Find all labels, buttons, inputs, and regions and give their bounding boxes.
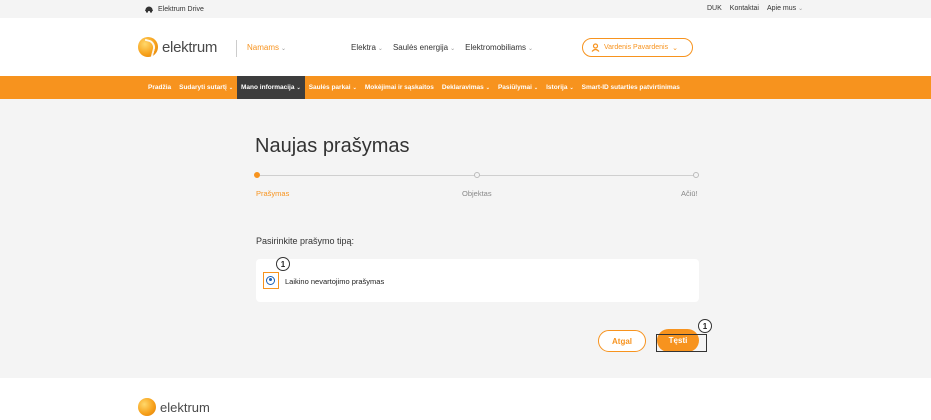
segment-label: Namams xyxy=(247,43,280,52)
subnav-item[interactable]: Saulės parkai ⌄ xyxy=(305,76,361,99)
subnav-item-label: Pasiūlymai xyxy=(497,84,532,91)
chevron-down-icon: ⌄ xyxy=(296,84,301,91)
temporary-non-use-label[interactable]: Laikino nevartojimo prašymas xyxy=(285,277,384,286)
chevron-down-icon: ⌄ xyxy=(450,46,456,52)
subnav-item[interactable]: Pradžia xyxy=(144,76,175,99)
top-utility-bar: Elektrum Drive DUK Kontaktai Apie mus ⌄ xyxy=(0,0,931,18)
step-marker-badge: 1 xyxy=(276,257,290,271)
contacts-link[interactable]: Kontaktai xyxy=(730,5,759,12)
subnav-item-label: Mokėjimai ir sąskaitos xyxy=(364,84,434,91)
about-link[interactable]: Apie mus ⌄ xyxy=(767,5,803,12)
user-menu-button[interactable]: Vardenis Pavardenis ⌄ xyxy=(582,38,693,57)
nav-label: Elektra xyxy=(351,43,376,52)
chevron-down-icon: ⌄ xyxy=(533,84,539,91)
request-type-label: Pasirinkite prašymo tipą: xyxy=(256,236,355,246)
subnav-item-label: Deklaravimas xyxy=(441,84,484,91)
subnav-item-label: Pradžia xyxy=(148,84,172,91)
step-dot-object xyxy=(474,172,480,178)
subnav-item[interactable]: Mokėjimai ir sąskaitos xyxy=(361,76,438,99)
subnav-item-label: Saulės parkai xyxy=(308,84,351,91)
subnav-item[interactable]: Istorija ⌄ xyxy=(542,76,578,99)
nav-label: Elektromobiliams xyxy=(465,43,527,52)
subnav-item[interactable]: Pasiūlymai ⌄ xyxy=(494,76,542,99)
chevron-down-icon: ⌄ xyxy=(672,44,678,52)
radio-highlight xyxy=(263,272,279,289)
chevron-down-icon: ⌄ xyxy=(228,84,234,91)
chevron-down-icon: ⌄ xyxy=(798,6,804,12)
main-nav: Elektra ⌄ Saulės energija ⌄ Elektromobilia… xyxy=(351,43,533,52)
back-button[interactable]: Atgal xyxy=(598,330,646,352)
step-label-request: Prašymas xyxy=(256,189,290,198)
footer-brand-name: elektrum xyxy=(160,399,210,415)
nav-item-elektra[interactable]: Elektra ⌄ xyxy=(351,43,383,52)
header-divider xyxy=(236,40,237,57)
car-icon xyxy=(145,6,153,13)
logo-ball xyxy=(138,398,156,416)
brand-name: elektrum xyxy=(162,38,218,56)
subnav-item-label: Sudaryti sutartį xyxy=(179,84,227,91)
chevron-down-icon: ⌄ xyxy=(528,46,534,52)
elektrum-drive-label: Elektrum Drive xyxy=(158,5,204,13)
chevron-down-icon: ⌄ xyxy=(485,84,490,91)
step-marker-badge: 1 xyxy=(698,319,712,333)
step-dot-request xyxy=(254,172,260,178)
elektrum-logo-icon xyxy=(138,398,156,416)
subnav-item[interactable]: Mano informacija ⌄ xyxy=(237,76,305,99)
user-icon xyxy=(591,43,600,52)
page-title: Naujas prašymas xyxy=(255,135,410,157)
chevron-down-icon: ⌄ xyxy=(569,84,574,91)
chevron-down-icon: ⌄ xyxy=(377,46,383,52)
chevron-down-icon: ⌄ xyxy=(281,46,287,52)
segment-dropdown[interactable]: Namams ⌄ xyxy=(247,43,286,52)
continue-button[interactable]: Tęsti xyxy=(657,329,699,352)
elektrum-logo-icon xyxy=(138,37,158,57)
temporary-non-use-radio[interactable] xyxy=(266,275,275,285)
subnav-item[interactable]: Sudaryti sutartį ⌄ xyxy=(175,76,237,99)
nav-item-ev[interactable]: Elektromobiliams ⌄ xyxy=(465,43,533,52)
elektrum-logo[interactable]: elektrum xyxy=(138,37,217,57)
footer-logo[interactable]: elektrum xyxy=(138,398,210,416)
faq-link[interactable]: DUK xyxy=(707,5,722,12)
subnav-item[interactable]: Smart-ID sutarties patvirtinimas xyxy=(578,76,684,99)
about-link-label: Apie mus xyxy=(766,5,797,12)
account-nav-bar: Pradžia Sudaryti sutartį ⌄ Mano informacija… xyxy=(0,76,931,99)
elektrum-drive-link[interactable]: Elektrum Drive xyxy=(144,5,204,13)
nav-item-solar[interactable]: Saulės energija ⌄ xyxy=(393,43,455,52)
nav-label: Saulės energija xyxy=(392,43,449,52)
step-label-object: Objektas xyxy=(462,189,492,198)
chevron-down-icon: ⌄ xyxy=(352,84,357,91)
step-dot-thanks xyxy=(693,172,699,178)
subnav-item-label: Mano informacija xyxy=(241,84,295,91)
step-label-thanks: Ačiū! xyxy=(681,189,698,198)
user-name: Vardenis Pavardenis xyxy=(604,44,669,51)
subnav-item[interactable]: Deklaravimas ⌄ xyxy=(438,76,494,99)
subnav-item-label: Istorija xyxy=(546,84,568,91)
content-area xyxy=(0,99,931,378)
subnav-item-label: Smart-ID sutarties patvirtinimas xyxy=(581,84,680,91)
